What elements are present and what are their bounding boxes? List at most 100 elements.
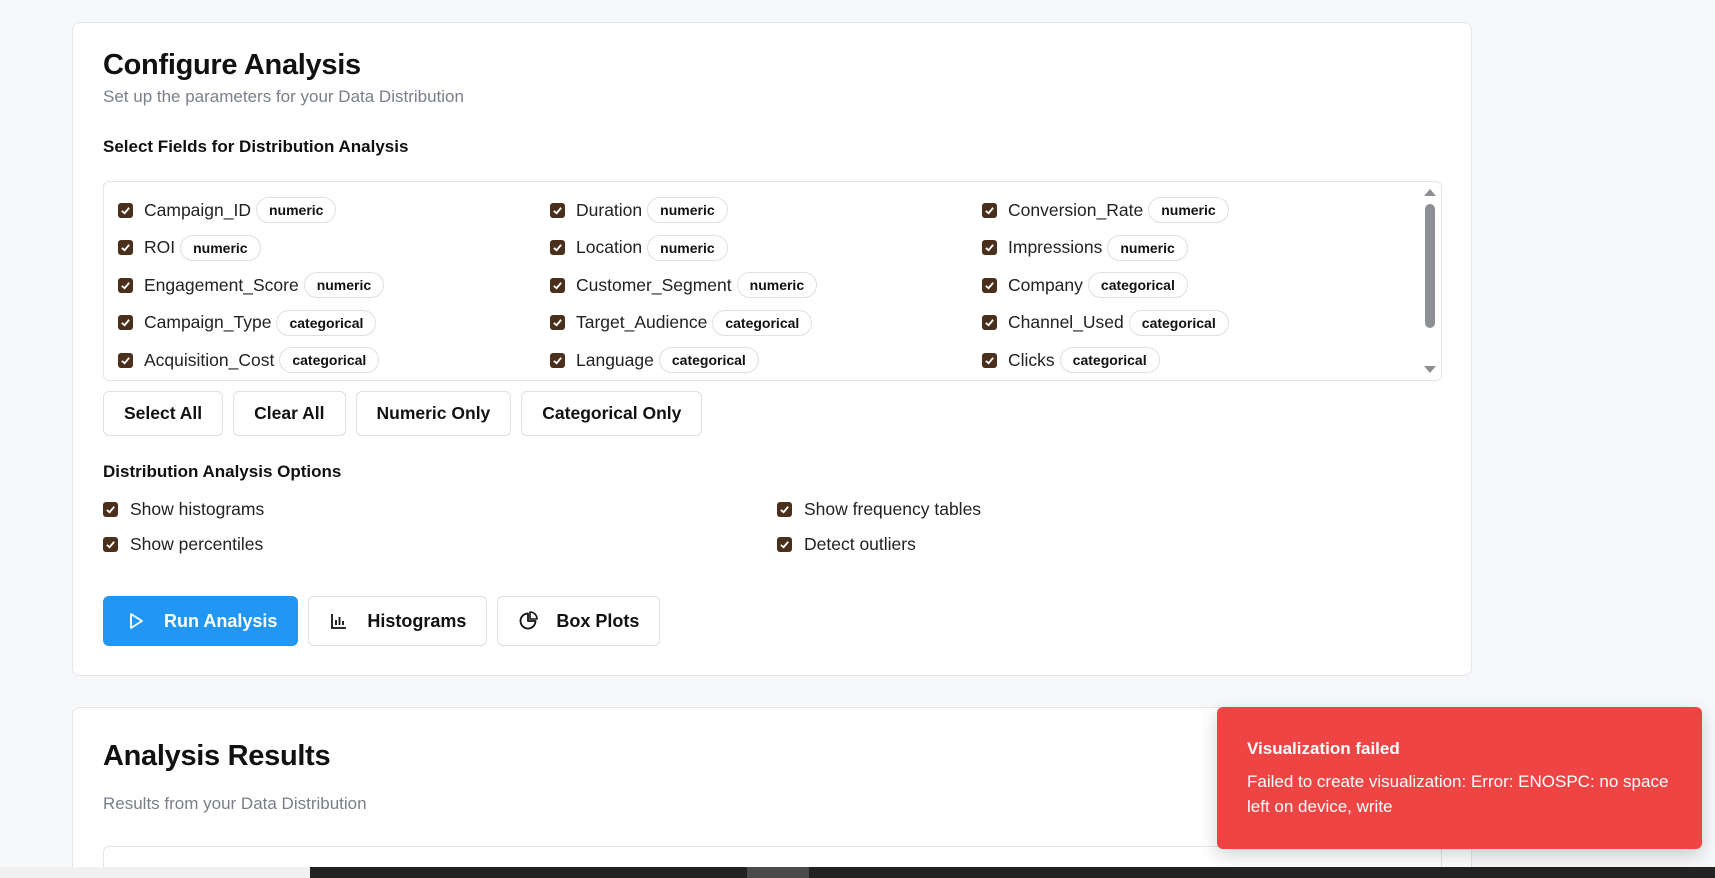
box-plots-label: Box Plots	[556, 610, 640, 631]
categorical-only-button[interactable]: Categorical Only	[521, 391, 703, 436]
run-analysis-button[interactable]: Run Analysis	[103, 596, 299, 646]
fields-section-label: Select Fields for Distribution Analysis	[103, 137, 409, 156]
percentiles-checkbox[interactable]	[103, 537, 118, 552]
option-show-histograms[interactable]: Show histograms	[103, 499, 264, 520]
field-name: Conversion_Rate	[1008, 199, 1144, 220]
field-item[interactable]: Duration numeric	[550, 195, 982, 225]
run-analysis-label: Run Analysis	[164, 610, 278, 631]
field-name: Channel_Used	[1008, 312, 1124, 332]
field-type-badge: categorical	[1087, 272, 1188, 298]
field-name: Engagement_Score	[144, 274, 299, 295]
field-item[interactable]: ROI numeric	[118, 233, 550, 263]
box-plots-button[interactable]: Box Plots	[497, 596, 661, 646]
scroll-down-arrow-icon[interactable]	[1424, 366, 1436, 373]
field-type-badge: numeric	[256, 197, 337, 223]
field-checkbox[interactable]	[118, 240, 133, 255]
histograms-button[interactable]: Histograms	[308, 596, 488, 646]
results-subtitle: Results from your Data Distribution	[103, 794, 367, 813]
select-all-button[interactable]: Select All	[103, 391, 224, 436]
toast-title: Visualization failed	[1247, 739, 1400, 758]
taskbar	[0, 867, 1715, 878]
taskbar-left	[0, 867, 310, 878]
field-item[interactable]: Clicks categorical	[982, 345, 1408, 375]
fields-grid: Campaign_ID numeric Duration numeric Convers…	[118, 195, 1408, 380]
field-checkbox[interactable]	[118, 315, 133, 330]
bar-chart-icon	[329, 611, 349, 631]
configure-analysis-card: Configure Analysis Set up the parameters…	[72, 22, 1472, 676]
field-checkbox[interactable]	[982, 202, 997, 218]
option-show-frequency-tables[interactable]: Show frequency tables	[777, 499, 981, 520]
field-name: Company	[1008, 274, 1083, 295]
histograms-checkbox[interactable]	[103, 502, 118, 517]
field-type-badge: numeric	[303, 272, 385, 298]
play-icon	[126, 611, 146, 631]
field-type-badge: numeric	[736, 272, 818, 298]
options-section-label: Distribution Analysis Options	[103, 462, 342, 481]
field-checkbox[interactable]	[550, 240, 565, 255]
field-item[interactable]: Location numeric	[550, 233, 982, 263]
field-type-badge: categorical	[712, 309, 813, 336]
option-label: Show histograms	[130, 499, 265, 519]
frequency-tables-checkbox[interactable]	[777, 502, 792, 517]
outliers-checkbox[interactable]	[777, 537, 792, 552]
page-title: Configure Analysis	[103, 49, 361, 81]
field-checkbox[interactable]	[982, 315, 997, 330]
scrollbar-thumb[interactable]	[1425, 204, 1435, 328]
field-item[interactable]: Customer_Segment numeric	[550, 270, 982, 300]
option-label: Show frequency tables	[804, 499, 982, 519]
field-item[interactable]: Target_Audience categorical	[550, 308, 982, 338]
error-toast[interactable]: Visualization failed Failed to create vi…	[1217, 707, 1702, 849]
field-type-badge: numeric	[647, 197, 728, 223]
toast-message: Failed to create visualization: Error: E…	[1247, 772, 1669, 816]
field-name: Impressions	[1008, 237, 1103, 257]
field-selection-buttons: Select All Clear All Numeric Only Catego…	[103, 391, 703, 436]
field-type-badge: numeric	[180, 234, 261, 261]
field-item[interactable]: Engagement_Score numeric	[118, 270, 550, 300]
fields-scrollbar[interactable]	[1421, 182, 1441, 380]
field-item[interactable]: Channel_Used categorical	[982, 308, 1408, 338]
field-checkbox[interactable]	[118, 202, 133, 218]
field-name: Location	[576, 237, 643, 257]
option-label: Show percentiles	[130, 534, 264, 554]
results-title: Analysis Results	[103, 740, 331, 772]
taskbar-app[interactable]	[747, 867, 809, 878]
field-checkbox[interactable]	[118, 277, 133, 293]
clear-all-button[interactable]: Clear All	[233, 391, 346, 436]
field-item[interactable]: Acquisition_Cost categorical	[118, 345, 550, 375]
action-buttons: Run Analysis Histograms Box Plots	[103, 596, 661, 646]
field-item[interactable]: Campaign_ID numeric	[118, 195, 550, 225]
field-type-badge: categorical	[658, 347, 759, 373]
field-checkbox[interactable]	[982, 240, 997, 255]
field-name: Acquisition_Cost	[144, 349, 275, 370]
field-item[interactable]: Conversion_Rate numeric	[982, 195, 1408, 225]
field-name: Customer_Segment	[576, 274, 732, 295]
field-type-badge: categorical	[279, 347, 380, 373]
option-show-percentiles[interactable]: Show percentiles	[103, 534, 263, 555]
field-item[interactable]: Impressions numeric	[982, 233, 1408, 263]
histograms-label: Histograms	[367, 610, 467, 631]
field-item[interactable]: Language categorical	[550, 345, 982, 375]
numeric-only-button[interactable]: Numeric Only	[355, 391, 512, 436]
field-type-badge: categorical	[1128, 309, 1229, 336]
field-checkbox[interactable]	[118, 352, 133, 368]
field-checkbox[interactable]	[550, 352, 565, 368]
field-checkbox[interactable]	[982, 277, 997, 293]
field-item[interactable]: Company categorical	[982, 270, 1408, 300]
option-detect-outliers[interactable]: Detect outliers	[777, 534, 916, 555]
pie-chart-icon	[518, 611, 539, 631]
field-checkbox[interactable]	[550, 315, 565, 330]
field-name: Language	[576, 349, 654, 370]
page-subtitle: Set up the parameters for your Data Dist…	[103, 87, 464, 106]
field-type-badge: categorical	[276, 309, 377, 336]
field-checkbox[interactable]	[982, 352, 997, 368]
field-name: Campaign_Type	[144, 312, 272, 332]
scroll-up-arrow-icon[interactable]	[1424, 189, 1436, 196]
field-item[interactable]: Campaign_Type categorical	[118, 308, 550, 338]
fields-list[interactable]: Campaign_ID numeric Duration numeric Convers…	[103, 181, 1442, 381]
field-checkbox[interactable]	[550, 277, 565, 293]
field-type-badge: categorical	[1059, 347, 1160, 373]
field-type-badge: numeric	[1148, 197, 1229, 223]
field-checkbox[interactable]	[550, 202, 565, 218]
field-name: Duration	[576, 199, 643, 220]
field-name: Clicks	[1008, 349, 1055, 370]
